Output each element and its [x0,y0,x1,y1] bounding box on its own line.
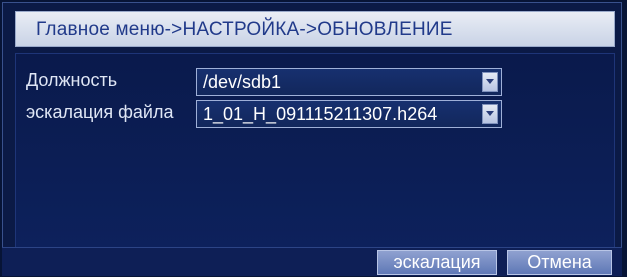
dialog-title: Главное меню->НАСТРОЙКА->ОБНОВЛЕНИЕ [36,19,453,40]
chevron-down-icon [486,111,494,116]
cancel-button[interactable]: Отмена [507,250,612,275]
device-dropdown-button[interactable] [482,72,498,92]
device-select-value: /dev/sdb1 [203,72,282,92]
upgrade-dialog: Главное меню->НАСТРОЙКА->ОБНОВЛЕНИЕ Долж… [2,2,622,274]
file-select-value: 1_01_H_091115211307.h264 [203,104,438,124]
file-select[interactable]: 1_01_H_091115211307.h264 [196,100,502,128]
button-bar: эскалация Отмена [2,247,622,276]
device-label: Должность [26,70,118,90]
device-select[interactable]: /dev/sdb1 [196,68,502,96]
upgrade-button[interactable]: эскалация [377,250,497,275]
file-dropdown-button[interactable] [482,104,498,124]
title-bar: Главное меню->НАСТРОЙКА->ОБНОВЛЕНИЕ [15,11,615,47]
settings-panel: Должность /dev/sdb1 эскалация файла 1_01… [15,53,615,249]
chevron-down-icon [486,79,494,84]
file-label: эскалация файла [26,102,174,122]
